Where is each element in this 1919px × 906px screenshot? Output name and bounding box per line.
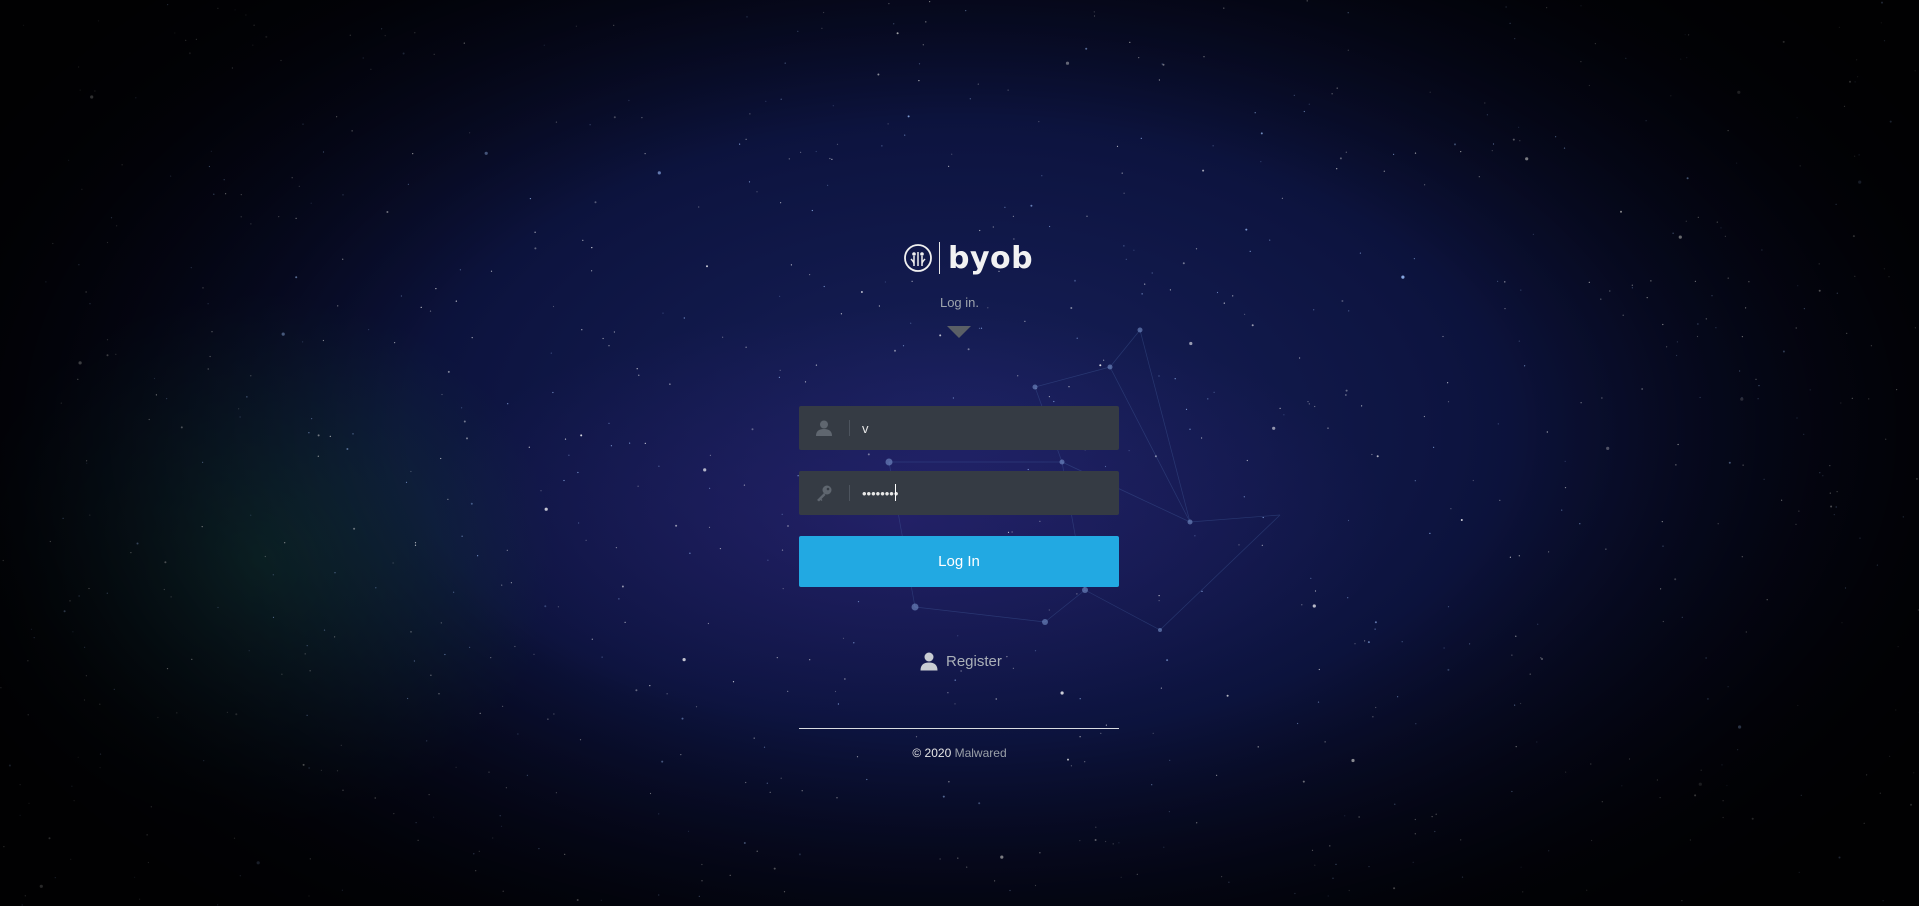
login-button[interactable]: Log In: [799, 536, 1119, 587]
brand-header: byob: [903, 238, 1033, 278]
register-link[interactable]: Register: [919, 651, 1002, 671]
user-icon: [799, 406, 849, 450]
key-icon: [799, 471, 849, 515]
username-input[interactable]: [850, 406, 1119, 450]
byob-logo-icon: [904, 244, 932, 272]
register-label: Register: [946, 652, 1002, 670]
user-icon: [920, 652, 938, 671]
copyright-org: Malwared: [954, 746, 1007, 760]
copyright-text: © 2020: [912, 746, 952, 760]
copyright-footer: © 2020 Malwared: [0, 746, 1919, 760]
arrow-down-icon: [947, 326, 971, 338]
text-caret: [895, 484, 896, 501]
password-input[interactable]: [850, 471, 1119, 515]
network-graph-decoration: [885, 327, 1281, 632]
password-field[interactable]: [799, 471, 1119, 515]
brand-name: byob: [948, 240, 1034, 276]
brand-separator: [939, 242, 940, 274]
username-field[interactable]: [799, 406, 1119, 450]
footer-divider: [799, 728, 1119, 729]
login-subtitle: Log in.: [939, 295, 980, 310]
